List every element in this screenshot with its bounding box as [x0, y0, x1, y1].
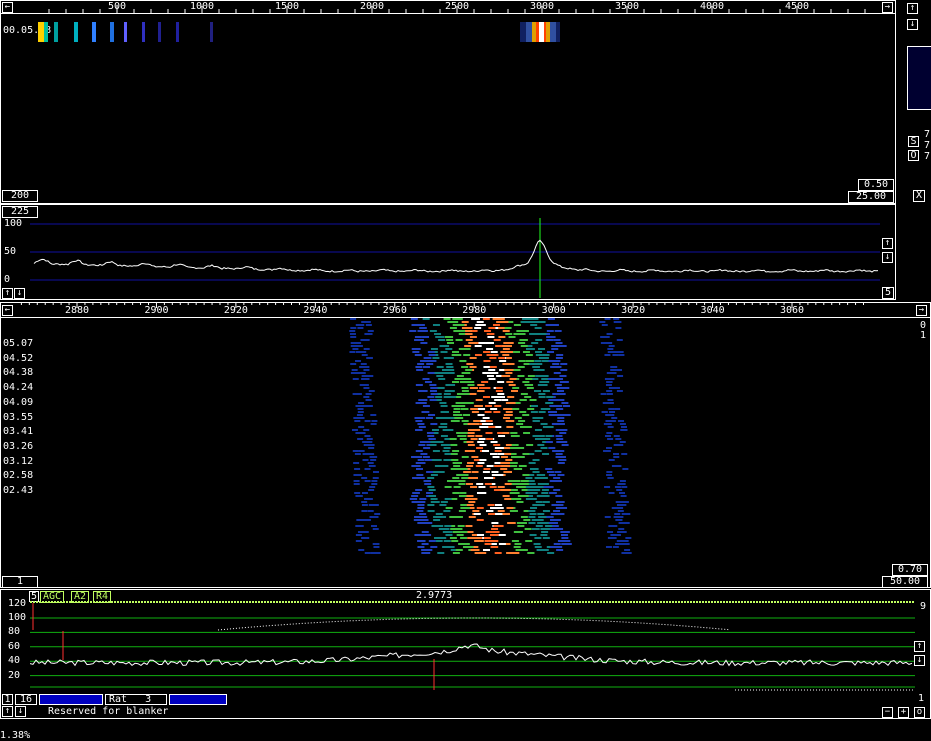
- top-scale-tick-label: 4500: [785, 1, 810, 12]
- bottom-down-arrow-button[interactable]: ↓: [15, 706, 26, 717]
- top-scale-tick-label: 2500: [445, 1, 470, 12]
- zoom-waterfall-right-second-value: 1: [920, 330, 927, 341]
- top-waterfall-image: [38, 22, 560, 42]
- rat-control[interactable]: Rat 3: [105, 694, 167, 705]
- side-down-arrow-button[interactable]: ↓: [907, 19, 918, 30]
- baseband-y-label: 100: [8, 612, 27, 623]
- side-s-button[interactable]: S: [908, 136, 919, 147]
- blue-control-2[interactable]: [169, 694, 227, 705]
- baseband-y-label: 60: [8, 640, 21, 652]
- zoom-scale-tick-label: 3020: [621, 305, 646, 316]
- zoom-scale-tick-label: 2940: [303, 305, 328, 316]
- baseband-y-label: 80: [8, 626, 21, 638]
- zoom-scale-tick-label: 2900: [144, 305, 169, 316]
- spectrum-up-arrow-button[interactable]: ↑: [2, 288, 13, 299]
- top-scale-tick-label: 2000: [360, 1, 385, 12]
- bottom-circle-button[interactable]: o: [914, 707, 925, 718]
- spectrum-bottom-right-value[interactable]: 5: [882, 287, 894, 299]
- baseband-y-label: 20: [8, 669, 21, 681]
- blue-control-1[interactable]: [39, 694, 103, 705]
- zoom-waterfall-time-label: 03.41: [3, 426, 34, 438]
- zoom-scale-tick-label: 2880: [65, 305, 90, 316]
- zoom-waterfall-lower-right-bottom-value[interactable]: 50.00: [882, 576, 928, 588]
- zoom-scale-tick-label: 3040: [700, 305, 725, 316]
- top-scale-tick-label: 1500: [275, 1, 300, 12]
- top-scale-tick-label: 500: [108, 1, 127, 12]
- zoom-scale-tick-label: 3000: [541, 305, 566, 316]
- baseband-right-label: 9: [920, 601, 927, 612]
- zoom-waterfall-time-label: 03.26: [3, 440, 34, 452]
- spectrum-down-arrow-button[interactable]: ↓: [14, 288, 25, 299]
- top-waterfall-lower-right-top-value[interactable]: 0.50: [858, 179, 894, 191]
- bottom-left-small-box[interactable]: 1: [2, 694, 13, 705]
- zoom-waterfall-time-label: 02.43: [3, 485, 34, 496]
- top-scale-tick-label: 3500: [615, 1, 640, 12]
- status-text: Reserved for blanker: [48, 706, 169, 717]
- zoom-waterfall-time-label: 03.12: [3, 455, 34, 467]
- top-scale-tick-label: 3000: [530, 1, 555, 12]
- baseband-right-up-arrow-button[interactable]: ↑: [914, 641, 925, 652]
- bottom-plus-button[interactable]: +: [898, 707, 909, 718]
- zoom-waterfall-time-label: 04.24: [3, 382, 34, 394]
- zoom-scale-tick-label: 2980: [462, 305, 487, 316]
- side-o-button[interactable]: O: [908, 150, 919, 161]
- zoom-scale-tick-label: 3060: [780, 305, 805, 316]
- baseband-y-label: 40: [8, 655, 21, 667]
- zoom-scale-tick-label: 2960: [382, 305, 407, 316]
- zoom-waterfall-lower-right-top-value[interactable]: 0.70: [892, 564, 928, 576]
- rat-value: 3: [145, 694, 152, 705]
- top-waterfall-lower-left-value[interactable]: 200: [2, 190, 38, 202]
- side-digit-2: 7: [924, 140, 931, 151]
- side-up-arrow-button[interactable]: ↑: [907, 3, 918, 14]
- baseband-plot: [30, 601, 915, 691]
- zoom-waterfall-lower-left-value[interactable]: 1: [2, 576, 38, 588]
- bottom-minus-button[interactable]: −: [882, 707, 893, 718]
- baseband-right-down-arrow-button[interactable]: ↓: [914, 655, 925, 666]
- footer-text: 1.38%: [0, 730, 31, 741]
- top-scale-tick-label: 4000: [700, 1, 725, 12]
- side-x-button[interactable]: X: [913, 190, 925, 202]
- zoom-waterfall-time-label: 05.07: [3, 338, 34, 349]
- baseband-y-label: 120: [8, 597, 27, 609]
- spectrum-right-up-arrow-button[interactable]: ↑: [882, 238, 893, 249]
- spectrum-plot: [30, 218, 880, 298]
- zoom-waterfall-time-label: 04.52: [3, 352, 34, 364]
- counter-box[interactable]: 16: [15, 694, 37, 705]
- zoom-waterfall-image: [349, 318, 632, 554]
- side-digit-1: 7: [924, 129, 931, 140]
- top-scale-tick-label: 1000: [190, 1, 215, 12]
- rat-label: Rat: [109, 694, 128, 705]
- side-level-meter: [907, 46, 931, 110]
- zoom-waterfall-time-label: 02.58: [3, 470, 34, 482]
- zoom-waterfall-time-label: 03.55: [3, 411, 34, 423]
- spectrum-top-left-value[interactable]: 225: [2, 206, 38, 218]
- spectrum-right-down-arrow-button[interactable]: ↓: [882, 252, 893, 263]
- zoom-waterfall-time-label: 04.09: [3, 396, 34, 408]
- bottom-up-arrow-button[interactable]: ↑: [2, 706, 13, 717]
- side-digit-3: 7: [924, 151, 931, 162]
- zoom-waterfall-time-label: 04.38: [3, 367, 34, 379]
- top-waterfall-lower-right-bottom-value[interactable]: 25.00: [848, 191, 894, 203]
- baseband-right-bottom-label: 1: [918, 693, 925, 704]
- zoom-scale-tick-label: 2920: [223, 305, 248, 316]
